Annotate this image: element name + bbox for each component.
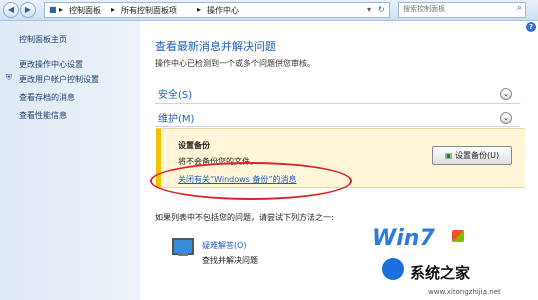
- control-panel-icon: ■: [49, 5, 57, 14]
- sidebar-home-link[interactable]: 控制面板主页: [19, 34, 67, 45]
- sidebar-item-performance[interactable]: 查看性能信息: [19, 110, 67, 121]
- search-box[interactable]: ⌕: [398, 2, 526, 18]
- notice-title: 设置备份: [178, 141, 210, 150]
- footer-prompt: 如果列表中不包括您的问题，请尝试下列方法之一:: [155, 213, 334, 222]
- refresh-icon[interactable]: ↻: [378, 5, 385, 14]
- sidebar-item-change-settings[interactable]: 更改操作中心设置: [19, 59, 83, 70]
- watermark-url: www.xitongzhijia.net: [428, 288, 501, 296]
- troubleshoot-link[interactable]: 疑难解答(O): [202, 240, 247, 251]
- divider: [155, 126, 520, 127]
- help-icon[interactable]: ?: [526, 22, 536, 32]
- breadcrumb-control-panel[interactable]: 控制面板: [69, 5, 101, 16]
- security-section-header[interactable]: 安全(S): [158, 86, 192, 101]
- chevron-down-icon[interactable]: ⌄: [500, 88, 512, 100]
- breadcrumb-separator: ▸: [59, 5, 64, 14]
- chevron-down-icon[interactable]: ⌄: [500, 112, 512, 124]
- forward-button[interactable]: ▶: [20, 2, 36, 18]
- sidebar-item-archived[interactable]: 查看存档的消息: [19, 92, 75, 103]
- watermark-logo: Win7 系统之家 www.xitongzhijia.net: [372, 216, 538, 300]
- shield-icon: ⛨: [6, 73, 12, 82]
- setup-backup-button[interactable]: ▣ 设置备份(U): [432, 146, 512, 165]
- watermark-site-name: 系统之家: [410, 264, 471, 282]
- highlight-circle: [150, 162, 352, 200]
- breadcrumb-separator: ▸: [111, 5, 116, 14]
- dropdown-arrow-icon[interactable]: ▾: [367, 5, 371, 14]
- troubleshoot-description: 查找并解决问题: [202, 256, 258, 265]
- watermark-brand: Win7: [372, 226, 435, 251]
- sidebar-item-uac[interactable]: 更改用户帐户控制设置: [19, 74, 99, 85]
- address-toolbar: ◀ ▶ ■ ▸ 控制面板 ▸ 所有控制面板项 ▸ 操作中心 ▾ ↻ ⌕: [0, 0, 538, 21]
- breadcrumb-all-items[interactable]: 所有控制面板项: [121, 5, 177, 16]
- address-bar[interactable]: ■ ▸ 控制面板 ▸ 所有控制面板项 ▸ 操作中心 ▾ ↻: [44, 2, 390, 18]
- divider: [155, 103, 520, 104]
- windows-logo-icon: [452, 230, 464, 242]
- search-input[interactable]: [399, 3, 503, 15]
- breadcrumb-separator: ▸: [197, 5, 202, 14]
- search-icon[interactable]: ⌕: [517, 3, 522, 13]
- troubleshoot-icon: [172, 238, 194, 258]
- setup-backup-label: 设置备份(U): [455, 151, 500, 160]
- sidebar: 控制面板主页 更改操作中心设置 ⛨ 更改用户帐户控制设置 查看存档的消息 查看性…: [0, 21, 140, 300]
- page-title: 查看最新消息并解决问题: [155, 40, 276, 53]
- back-button[interactable]: ◀: [3, 2, 19, 18]
- maintenance-section-header[interactable]: 维护(M): [158, 110, 194, 125]
- page-subtitle: 操作中心已检测到一个或多个问题供您审核。: [155, 59, 315, 68]
- globe-icon: [382, 258, 404, 280]
- backup-icon: ▣: [444, 151, 453, 160]
- breadcrumb-action-center[interactable]: 操作中心: [207, 5, 239, 16]
